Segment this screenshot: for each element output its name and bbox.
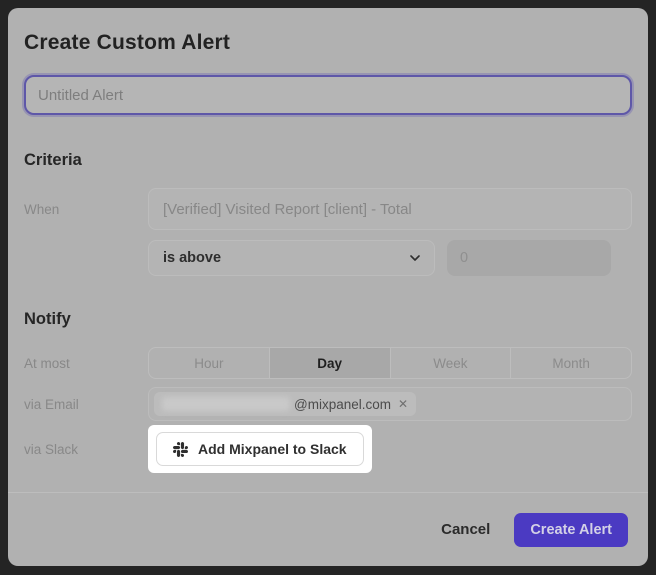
frequency-row: At most Hour Day Week Month	[24, 347, 632, 379]
event-value: [Verified] Visited Report [client] - Tot…	[163, 201, 412, 218]
criteria-heading: Criteria	[24, 151, 632, 170]
frequency-option-day[interactable]: Day	[269, 348, 390, 378]
threshold-value: 0	[460, 250, 468, 266]
threshold-input[interactable]: 0	[447, 240, 611, 276]
cancel-button[interactable]: Cancel	[441, 521, 490, 538]
create-custom-alert-dialog: Create Custom Alert Criteria When [Verif…	[8, 8, 648, 566]
event-selector[interactable]: [Verified] Visited Report [client] - Tot…	[148, 188, 632, 230]
coachmark-spotlight: Add Mixpanel to Slack	[148, 425, 372, 473]
redacted-email-user	[162, 397, 290, 411]
frequency-option-week[interactable]: Week	[390, 348, 511, 378]
slack-button-label: Add Mixpanel to Slack	[198, 441, 347, 457]
operator-dropdown[interactable]: is above	[148, 240, 435, 276]
notify-heading: Notify	[24, 310, 632, 329]
add-mixpanel-to-slack-button[interactable]: Add Mixpanel to Slack	[156, 432, 364, 466]
via-slack-label: via Slack	[24, 442, 148, 457]
email-recipients-input[interactable]: @mixpanel.com ✕	[148, 387, 632, 421]
at-most-label: At most	[24, 356, 148, 371]
frequency-option-month[interactable]: Month	[510, 348, 631, 378]
when-label: When	[24, 202, 148, 217]
operator-value: is above	[163, 250, 221, 266]
email-chip: @mixpanel.com ✕	[154, 392, 416, 416]
chevron-down-icon	[410, 255, 420, 261]
frequency-option-hour[interactable]: Hour	[149, 348, 269, 378]
slack-row: via Slack	[24, 425, 632, 473]
dialog-title: Create Custom Alert	[24, 31, 632, 55]
frequency-segmented-control: Hour Day Week Month	[148, 347, 632, 379]
via-email-label: via Email	[24, 397, 148, 412]
email-row: via Email @mixpanel.com ✕	[24, 387, 632, 421]
screen-backdrop: Create Custom Alert Criteria When [Verif…	[0, 0, 656, 575]
alert-name-input[interactable]	[24, 75, 632, 115]
remove-email-icon[interactable]: ✕	[398, 398, 408, 410]
dialog-footer: Cancel Create Alert	[8, 492, 648, 566]
slack-icon	[173, 442, 188, 457]
operator-row: is above 0	[24, 240, 632, 276]
when-row: When [Verified] Visited Report [client] …	[24, 188, 632, 230]
email-chip-domain: @mixpanel.com	[294, 397, 391, 412]
create-alert-button[interactable]: Create Alert	[514, 513, 628, 547]
